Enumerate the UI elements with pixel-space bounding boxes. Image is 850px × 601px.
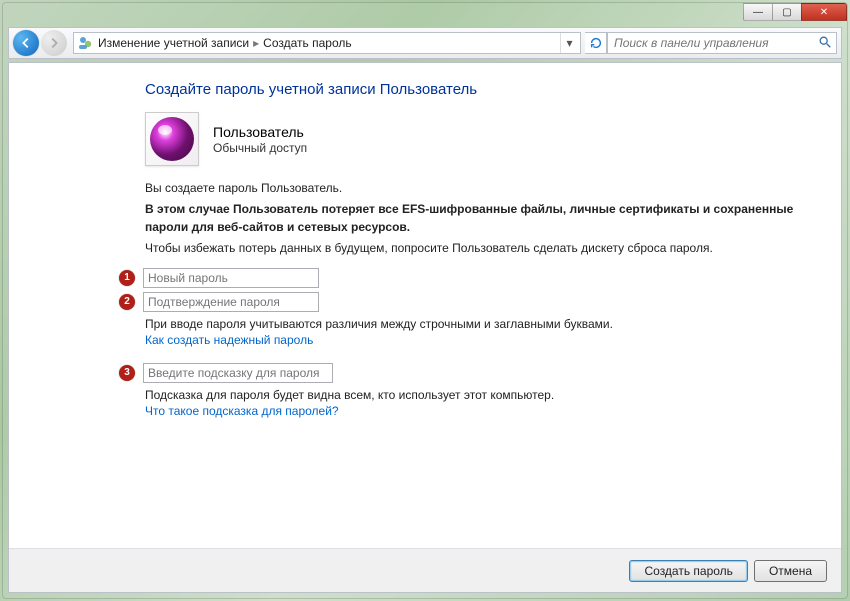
arrow-left-icon bbox=[19, 36, 33, 50]
search-input[interactable] bbox=[612, 35, 818, 51]
toolbar: Изменение учетной записи ▸ Создать парол… bbox=[8, 27, 842, 59]
what-is-hint-link[interactable]: Что такое подсказка для паролей? bbox=[145, 404, 339, 418]
user-name: Пользователь bbox=[213, 123, 307, 141]
breadcrumb-item-1[interactable]: Изменение учетной записи bbox=[98, 36, 249, 50]
case-note-text: При вводе пароля учитываются различия ме… bbox=[145, 316, 801, 333]
advice-text: Чтобы избежать потерь данных в будущем, … bbox=[145, 240, 801, 257]
chevron-right-icon: ▸ bbox=[253, 36, 259, 50]
close-button[interactable]: ✕ bbox=[801, 3, 847, 21]
hint-note-text: Подсказка для пароля будет видна всем, к… bbox=[145, 387, 801, 404]
arrow-right-icon bbox=[47, 36, 61, 50]
nav-back-button[interactable] bbox=[13, 30, 39, 56]
avatar bbox=[145, 112, 199, 166]
nav-forward-button[interactable] bbox=[41, 30, 67, 56]
step-badge-3: 3 bbox=[119, 365, 135, 381]
maximize-button[interactable]: ▢ bbox=[772, 3, 802, 21]
cancel-button[interactable]: Отмена bbox=[754, 560, 827, 582]
step-badge-1: 1 bbox=[119, 270, 135, 286]
user-type: Обычный доступ bbox=[213, 141, 307, 155]
breadcrumb-item-2[interactable]: Создать пароль bbox=[263, 36, 351, 50]
content-area: Создайте пароль учетной записи Пользоват… bbox=[8, 62, 842, 593]
warning-text: В этом случае Пользователь потеряет все … bbox=[145, 201, 801, 236]
avatar-image bbox=[150, 117, 194, 161]
breadcrumb[interactable]: Изменение учетной записи ▸ Создать парол… bbox=[73, 32, 581, 54]
search-box[interactable] bbox=[607, 32, 837, 54]
step-badge-2: 2 bbox=[119, 294, 135, 310]
new-password-input[interactable] bbox=[143, 268, 319, 288]
content: Создайте пароль учетной записи Пользоват… bbox=[9, 63, 841, 548]
window-frame: — ▢ ✕ Изменение учетной записи ▸ Создать… bbox=[2, 2, 848, 599]
refresh-icon bbox=[589, 36, 603, 50]
strong-password-link[interactable]: Как создать надежный пароль bbox=[145, 333, 313, 347]
refresh-button[interactable] bbox=[585, 32, 607, 54]
window-controls: — ▢ ✕ bbox=[744, 3, 847, 21]
user-accounts-icon bbox=[78, 35, 94, 51]
titlebar: — ▢ ✕ bbox=[3, 3, 847, 27]
user-block: Пользователь Обычный доступ bbox=[145, 112, 801, 166]
intro-text: Вы создаете пароль Пользователь. bbox=[145, 180, 801, 197]
minimize-button[interactable]: — bbox=[743, 3, 773, 21]
search-icon[interactable] bbox=[818, 35, 832, 52]
breadcrumb-dropdown-icon[interactable]: ▾ bbox=[560, 33, 578, 53]
create-password-button[interactable]: Создать пароль bbox=[629, 560, 747, 582]
footer: Создать пароль Отмена bbox=[9, 548, 841, 592]
confirm-password-input[interactable] bbox=[143, 292, 319, 312]
page-title: Создайте пароль учетной записи Пользоват… bbox=[145, 81, 801, 98]
password-hint-input[interactable] bbox=[143, 363, 333, 383]
